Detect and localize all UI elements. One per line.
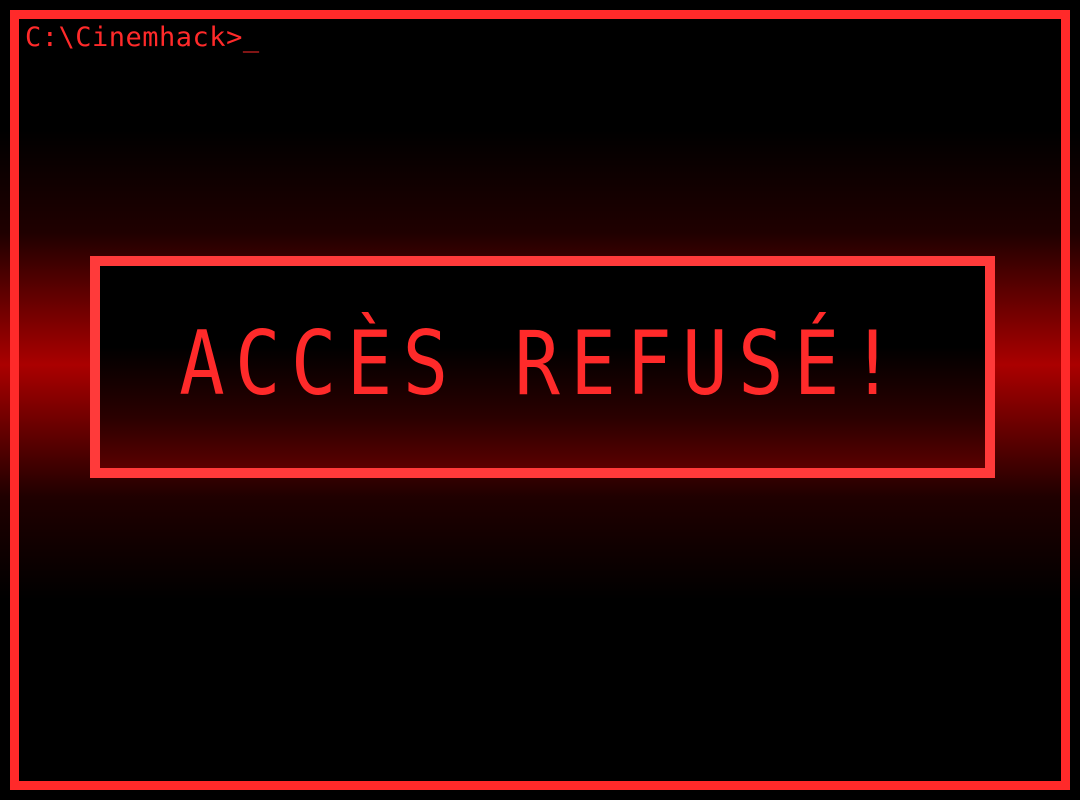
- terminal-screen: C:\Cinemhack>_ ACCÈS REFUSÉ!: [0, 0, 1080, 800]
- access-denied-dialog: ACCÈS REFUSÉ!: [90, 256, 995, 478]
- access-denied-message: ACCÈS REFUSÉ!: [179, 312, 906, 415]
- command-prompt[interactable]: C:\Cinemhack>_: [25, 20, 260, 56]
